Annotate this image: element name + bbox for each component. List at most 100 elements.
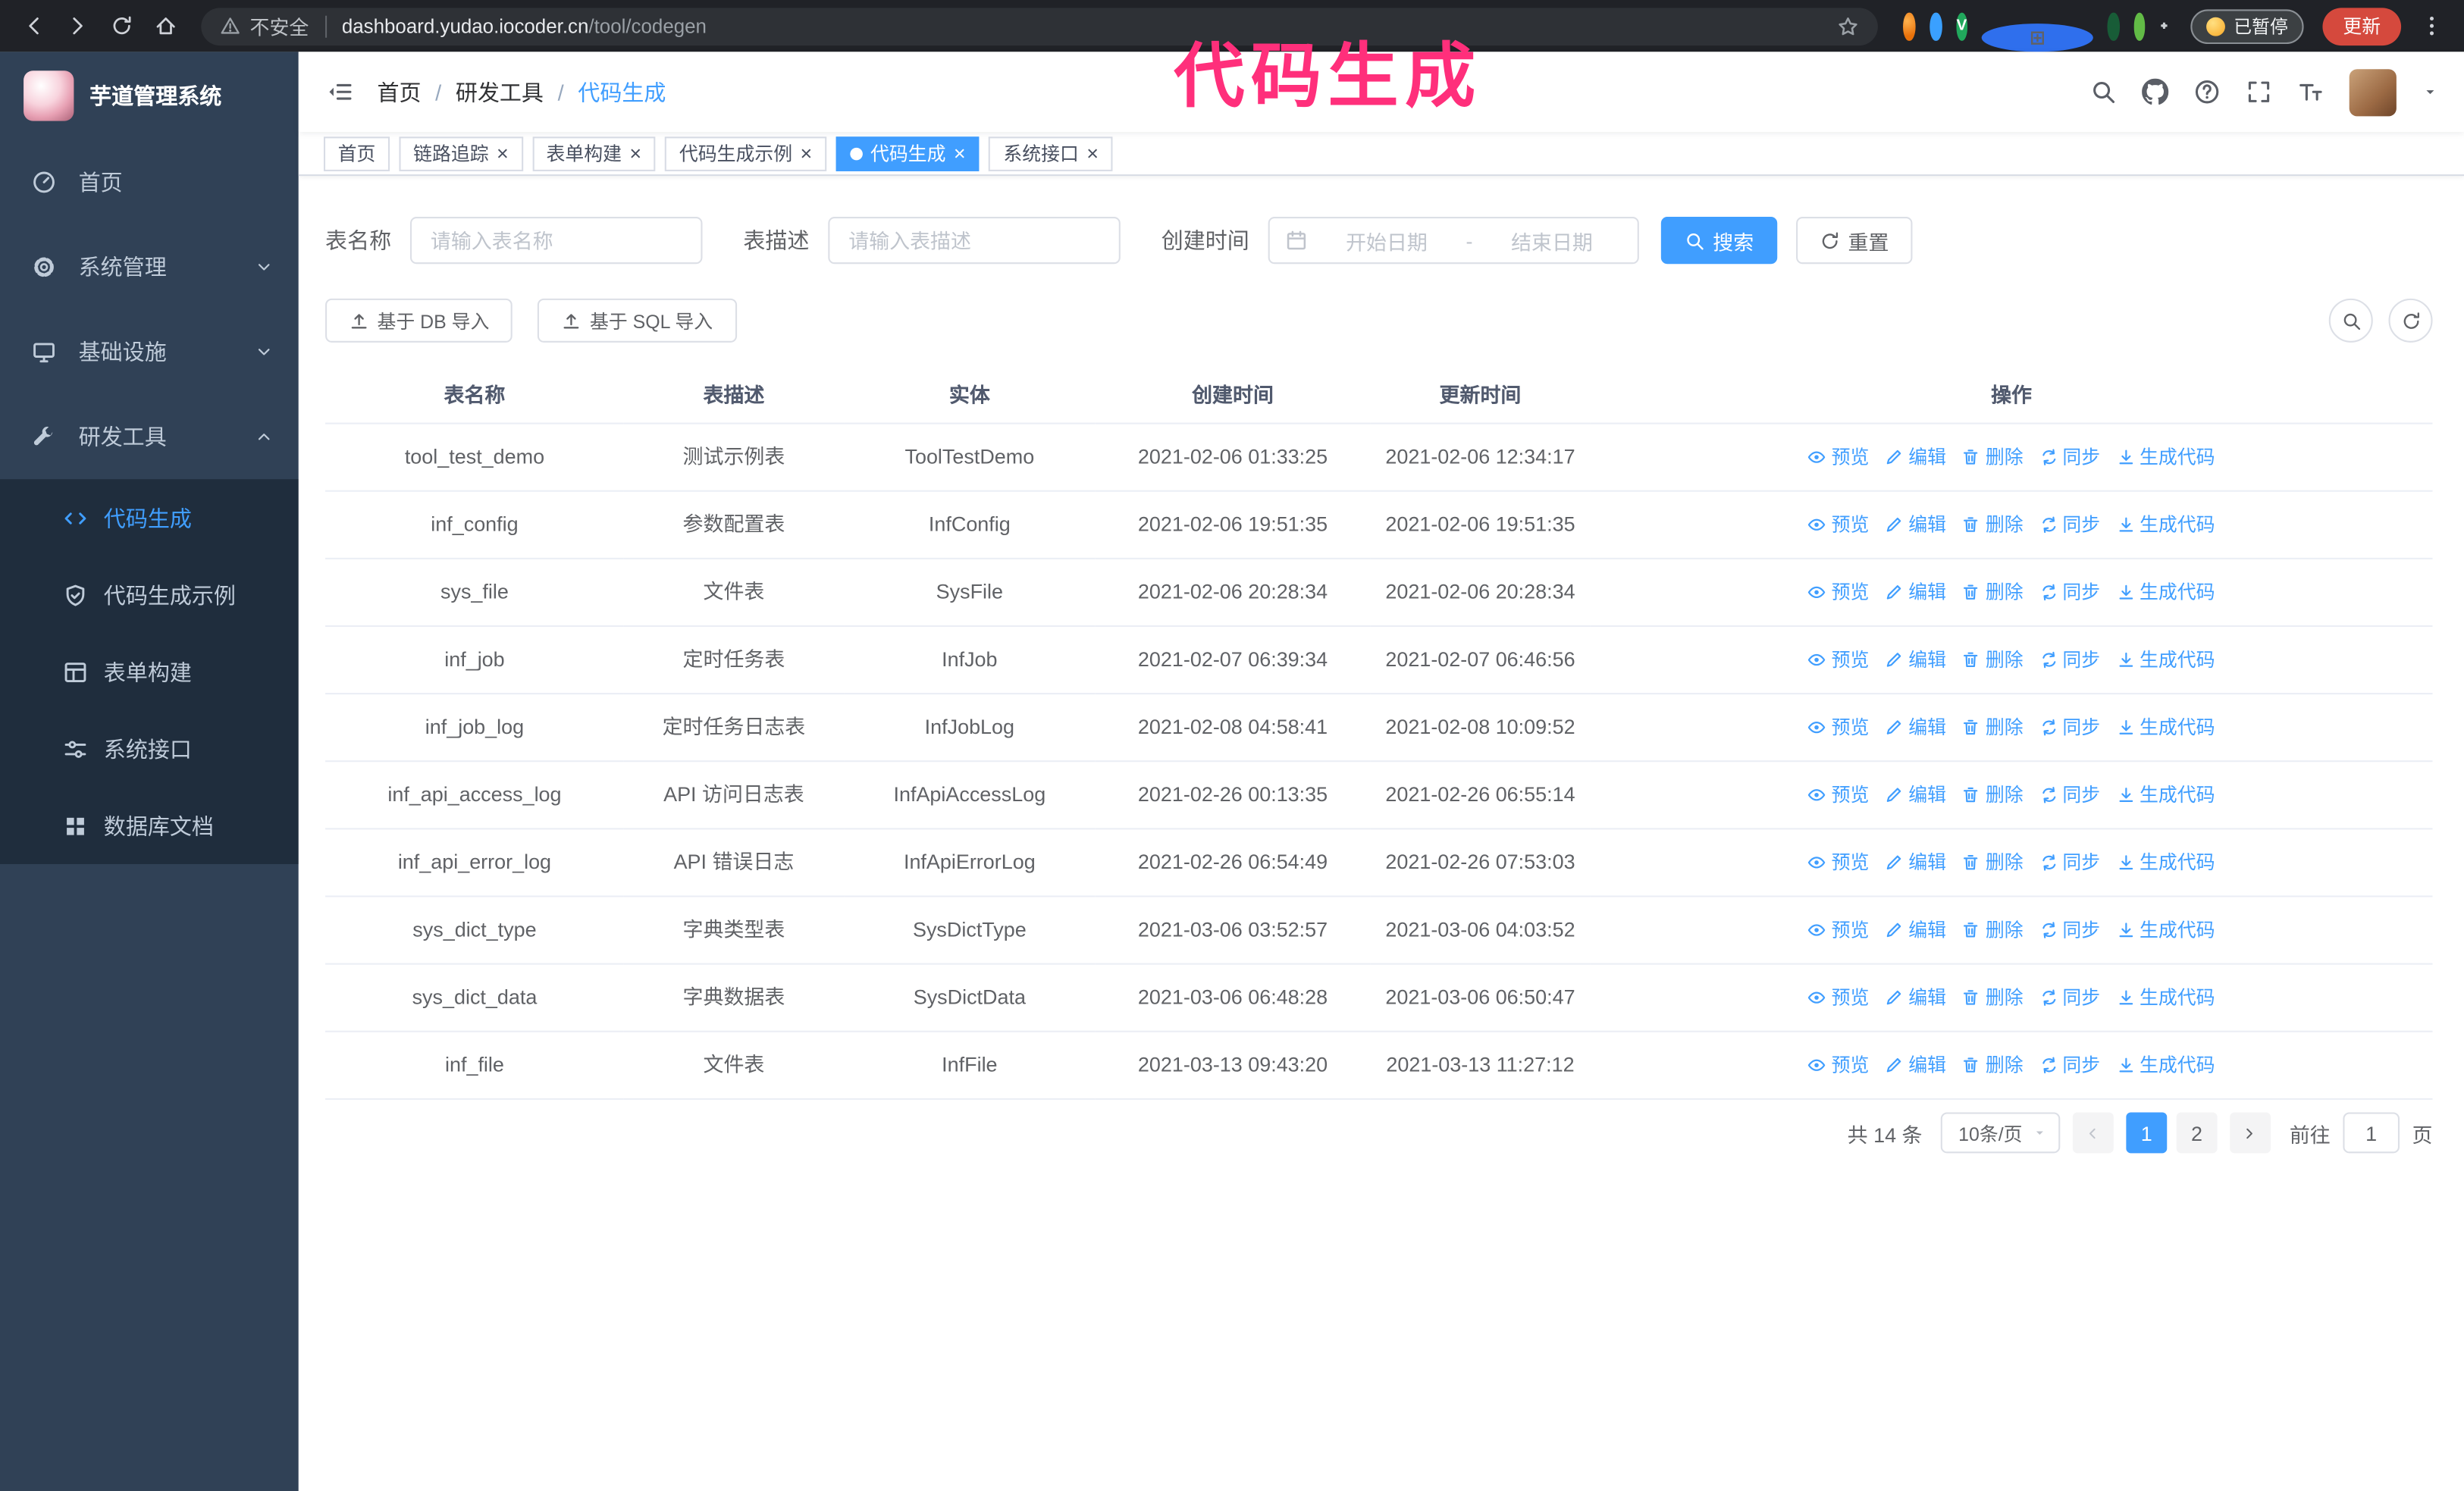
op-sync-link[interactable]: 同步 bbox=[2039, 913, 2100, 948]
op-preview-link[interactable]: 预览 bbox=[1808, 710, 1869, 745]
op-generate-link[interactable]: 生成代码 bbox=[2116, 980, 2215, 1015]
op-edit-link[interactable]: 编辑 bbox=[1885, 710, 1946, 745]
update-button[interactable]: 更新 bbox=[2322, 7, 2402, 45]
op-delete-link[interactable]: 删除 bbox=[1962, 778, 2024, 813]
import-sql-button[interactable]: 基于 SQL 导入 bbox=[538, 298, 737, 343]
logo[interactable]: 芋道管理系统 bbox=[0, 52, 299, 139]
sidebar-item-form-builder[interactable]: 表单构建 bbox=[0, 633, 299, 710]
page-button-2[interactable]: 2 bbox=[2176, 1112, 2218, 1154]
op-generate-link[interactable]: 生成代码 bbox=[2116, 440, 2215, 475]
extension-v-icon[interactable]: V bbox=[1955, 11, 1968, 40]
sidebar-item-system[interactable]: 系统管理 bbox=[0, 224, 299, 309]
github-icon[interactable] bbox=[2142, 78, 2169, 105]
op-delete-link[interactable]: 删除 bbox=[1962, 507, 2024, 542]
header-search-icon[interactable] bbox=[2090, 79, 2117, 105]
op-sync-link[interactable]: 同步 bbox=[2039, 845, 2100, 880]
extension-drop-icon[interactable] bbox=[1930, 11, 1942, 40]
extension-paw-icon[interactable] bbox=[2133, 11, 2146, 40]
op-sync-link[interactable]: 同步 bbox=[2039, 507, 2100, 542]
bookmark-star-icon[interactable] bbox=[1838, 15, 1860, 37]
op-preview-link[interactable]: 预览 bbox=[1808, 575, 1869, 610]
op-delete-link[interactable]: 删除 bbox=[1962, 845, 2024, 880]
sidebar-item-infra[interactable]: 基础设施 bbox=[0, 309, 299, 394]
extension-grid-icon[interactable]: ⊞ bbox=[1981, 23, 2094, 52]
op-delete-link[interactable]: 删除 bbox=[1962, 440, 2024, 475]
extensions-puzzle-icon[interactable] bbox=[2159, 14, 2169, 38]
browser-forward-button[interactable] bbox=[57, 5, 98, 46]
op-delete-link[interactable]: 删除 bbox=[1962, 710, 2024, 745]
op-sync-link[interactable]: 同步 bbox=[2039, 778, 2100, 813]
op-generate-link[interactable]: 生成代码 bbox=[2116, 845, 2215, 880]
page-button-1[interactable]: 1 bbox=[2126, 1112, 2168, 1154]
op-edit-link[interactable]: 编辑 bbox=[1885, 913, 1946, 948]
op-preview-link[interactable]: 预览 bbox=[1808, 440, 1869, 475]
op-edit-link[interactable]: 编辑 bbox=[1885, 643, 1946, 678]
op-edit-link[interactable]: 编辑 bbox=[1885, 507, 1946, 542]
op-preview-link[interactable]: 预览 bbox=[1808, 507, 1869, 542]
tab-tracer[interactable]: 链路追踪 × bbox=[399, 136, 523, 171]
sidebar-item-api[interactable]: 系统接口 bbox=[0, 710, 299, 788]
op-edit-link[interactable]: 编辑 bbox=[1885, 1048, 1946, 1082]
extension-fox-icon[interactable] bbox=[1903, 11, 1916, 40]
browser-reload-button[interactable] bbox=[101, 5, 142, 46]
tab-form-builder[interactable]: 表单构建 × bbox=[531, 136, 656, 171]
op-generate-link[interactable]: 生成代码 bbox=[2116, 1048, 2215, 1082]
close-icon[interactable]: × bbox=[801, 143, 813, 164]
sidebar-item-home[interactable]: 首页 bbox=[0, 139, 299, 224]
op-edit-link[interactable]: 编辑 bbox=[1885, 980, 1946, 1015]
sidebar-item-dev-tools[interactable]: 研发工具 bbox=[0, 394, 299, 479]
close-icon[interactable]: × bbox=[954, 143, 966, 164]
op-sync-link[interactable]: 同步 bbox=[2039, 643, 2100, 678]
goto-page-input[interactable] bbox=[2343, 1112, 2400, 1154]
op-edit-link[interactable]: 编辑 bbox=[1885, 845, 1946, 880]
op-generate-link[interactable]: 生成代码 bbox=[2116, 913, 2215, 948]
op-delete-link[interactable]: 删除 bbox=[1962, 575, 2024, 610]
op-delete-link[interactable]: 删除 bbox=[1962, 643, 2024, 678]
extension-leaf-icon[interactable] bbox=[2107, 11, 2120, 40]
user-avatar[interactable] bbox=[2349, 68, 2397, 116]
op-generate-link[interactable]: 生成代码 bbox=[2116, 575, 2215, 610]
browser-home-button[interactable] bbox=[145, 5, 186, 46]
op-edit-link[interactable]: 编辑 bbox=[1885, 778, 1946, 813]
browser-menu-button[interactable] bbox=[2411, 5, 2452, 46]
import-db-button[interactable]: 基于 DB 导入 bbox=[325, 298, 513, 343]
page-size-select[interactable]: 10条/页 bbox=[1941, 1112, 2061, 1154]
breadcrumb-home[interactable]: 首页 bbox=[377, 77, 421, 108]
table-desc-input[interactable] bbox=[828, 217, 1121, 265]
refresh-table-button[interactable] bbox=[2388, 298, 2433, 343]
tab-api[interactable]: 系统接口 × bbox=[989, 136, 1113, 171]
op-edit-link[interactable]: 编辑 bbox=[1885, 575, 1946, 610]
op-generate-link[interactable]: 生成代码 bbox=[2116, 507, 2215, 542]
table-name-input[interactable] bbox=[409, 217, 703, 265]
op-preview-link[interactable]: 预览 bbox=[1808, 643, 1869, 678]
close-icon[interactable]: × bbox=[629, 143, 641, 164]
sidebar-item-codegen-demo[interactable]: 代码生成示例 bbox=[0, 556, 299, 634]
op-preview-link[interactable]: 预览 bbox=[1808, 913, 1869, 948]
op-preview-link[interactable]: 预览 bbox=[1808, 778, 1869, 813]
prev-page-button[interactable] bbox=[2072, 1112, 2114, 1154]
op-delete-link[interactable]: 删除 bbox=[1962, 913, 2024, 948]
tab-home[interactable]: 首页 bbox=[323, 136, 390, 171]
create-time-range-picker[interactable]: 开始日期 - 结束日期 bbox=[1268, 217, 1639, 265]
menu-fold-button[interactable] bbox=[299, 79, 378, 105]
browser-back-button[interactable] bbox=[13, 5, 54, 46]
avatar-caret-icon[interactable] bbox=[2422, 83, 2439, 101]
op-generate-link[interactable]: 生成代码 bbox=[2116, 778, 2215, 813]
tab-codegen[interactable]: 代码生成 × bbox=[835, 136, 980, 171]
fullscreen-icon[interactable] bbox=[2246, 79, 2272, 105]
reset-button[interactable]: 重置 bbox=[1796, 217, 1913, 265]
sidebar-item-codegen[interactable]: 代码生成 bbox=[0, 479, 299, 556]
op-preview-link[interactable]: 预览 bbox=[1808, 845, 1869, 880]
help-icon[interactable] bbox=[2193, 79, 2220, 105]
search-button[interactable]: 搜索 bbox=[1660, 217, 1778, 265]
op-sync-link[interactable]: 同步 bbox=[2039, 575, 2100, 610]
next-page-button[interactable] bbox=[2230, 1112, 2271, 1154]
breadcrumb-devtools[interactable]: 研发工具 bbox=[456, 77, 544, 108]
tab-codegen-demo[interactable]: 代码生成示例 × bbox=[665, 136, 826, 171]
op-delete-link[interactable]: 删除 bbox=[1962, 980, 2024, 1015]
op-generate-link[interactable]: 生成代码 bbox=[2116, 710, 2215, 745]
close-icon[interactable]: × bbox=[497, 143, 509, 164]
op-generate-link[interactable]: 生成代码 bbox=[2116, 643, 2215, 678]
address-bar[interactable]: 不安全 dashboard.yudao.iocoder.cn/tool/code… bbox=[201, 7, 1879, 45]
op-edit-link[interactable]: 编辑 bbox=[1885, 440, 1946, 475]
